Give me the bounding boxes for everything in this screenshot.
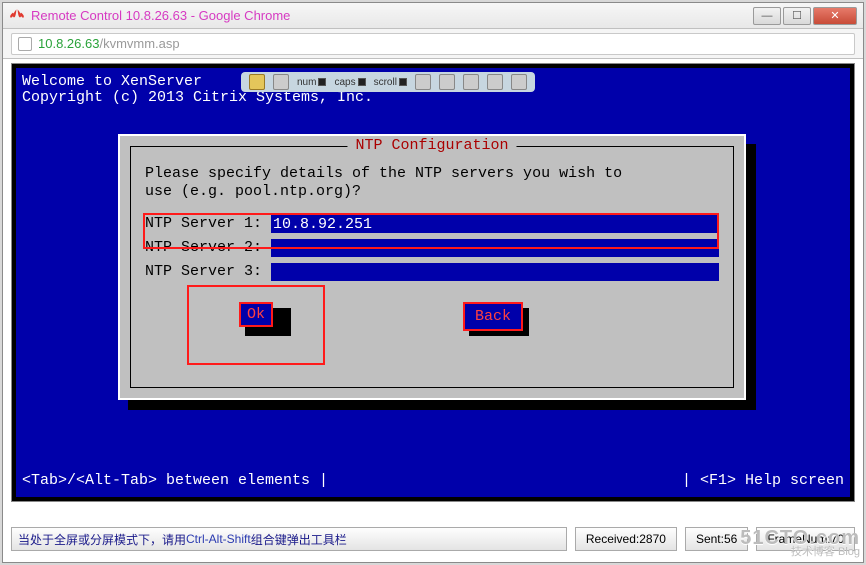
numlock-indicator: num — [297, 77, 326, 88]
ntp-server-3-row: NTP Server 3: — [145, 263, 719, 281]
ntp-server-1-row: NTP Server 1: — [145, 215, 719, 233]
url-path: /kvmvmm.asp — [99, 36, 179, 51]
toolbar-icon[interactable] — [249, 74, 265, 90]
dialog-frame: NTP Configuration Please specify details… — [130, 146, 734, 388]
help-icon[interactable] — [511, 74, 527, 90]
scrolllock-indicator: scroll — [374, 77, 407, 88]
hint-prefix: 当处于全屏或分屏模式下，请用 — [18, 531, 186, 548]
help-left: <Tab>/<Alt-Tab> between elements | — [22, 472, 328, 489]
toolbar-icon[interactable] — [415, 74, 431, 90]
url-input[interactable]: 10.8.26.63/kvmvmm.asp — [11, 33, 855, 55]
window-title: Remote Control 10.8.26.63 - Google Chrom… — [31, 8, 753, 23]
kvm-toolbar: num caps scroll — [241, 72, 535, 92]
dialog-body: Please specify details of the NTP server… — [145, 165, 719, 281]
xenserver-console[interactable]: Welcome to XenServer Copyright (c) 2013 … — [16, 68, 850, 497]
ntp-server-3-input[interactable] — [271, 263, 719, 281]
stat-sent: Sent:56 — [685, 527, 748, 551]
status-bar: 当处于全屏或分屏模式下，请用 Ctrl-Alt-Shift 组合键弹出工具栏 R… — [11, 526, 855, 552]
help-right: | <F1> Help screen — [682, 472, 844, 489]
page-icon — [18, 37, 32, 51]
dialog-title: NTP Configuration — [347, 137, 516, 154]
maximize-button[interactable]: ☐ — [783, 7, 811, 25]
ntp-server-2-label: NTP Server 2: — [145, 239, 271, 257]
stat-received: Received:2870 — [575, 527, 677, 551]
back-button-wrap: Back — [463, 302, 523, 331]
toolbar-icon[interactable] — [439, 74, 455, 90]
hint-suffix: 组合键弹出工具栏 — [251, 531, 347, 548]
address-bar: 10.8.26.63/kvmvmm.asp — [3, 29, 863, 59]
ntp-server-2-input[interactable] — [271, 239, 719, 257]
url-host: 10.8.26.63 — [38, 36, 99, 51]
status-hint: 当处于全屏或分屏模式下，请用 Ctrl-Alt-Shift 组合键弹出工具栏 — [11, 527, 567, 551]
ntp-server-1-input[interactable] — [271, 215, 719, 233]
huawei-logo-icon — [9, 8, 25, 24]
ok-button[interactable]: Ok — [239, 302, 273, 327]
back-button[interactable]: Back — [463, 302, 523, 331]
toolbar-icon[interactable] — [273, 74, 289, 90]
kvm-viewport: Welcome to XenServer Copyright (c) 2013 … — [11, 63, 855, 502]
chrome-window: Remote Control 10.8.26.63 - Google Chrom… — [2, 2, 864, 563]
dialog-prompt: Please specify details of the NTP server… — [145, 165, 719, 201]
hint-key: Ctrl-Alt-Shift — [186, 532, 251, 546]
capslock-indicator: caps — [334, 77, 365, 88]
toolbar-icon[interactable] — [463, 74, 479, 90]
welcome-line1: Welcome to XenServer — [22, 73, 202, 90]
ntp-config-dialog: NTP Configuration Please specify details… — [118, 134, 746, 400]
ntp-server-2-row: NTP Server 2: — [145, 239, 719, 257]
help-line: <Tab>/<Alt-Tab> between elements | | <F1… — [22, 472, 844, 489]
ntp-server-1-label: NTP Server 1: — [145, 215, 271, 233]
close-button[interactable]: ✕ — [813, 7, 857, 25]
window-titlebar: Remote Control 10.8.26.63 - Google Chrom… — [3, 3, 863, 29]
minimize-button[interactable]: — — [753, 7, 781, 25]
stat-framenum: FrameNum:70 — [756, 527, 855, 551]
ok-button-wrap: Ok — [239, 302, 273, 327]
ntp-server-3-label: NTP Server 3: — [145, 263, 271, 281]
toolbar-icon[interactable] — [487, 74, 503, 90]
window-controls: — ☐ ✕ — [753, 7, 857, 25]
